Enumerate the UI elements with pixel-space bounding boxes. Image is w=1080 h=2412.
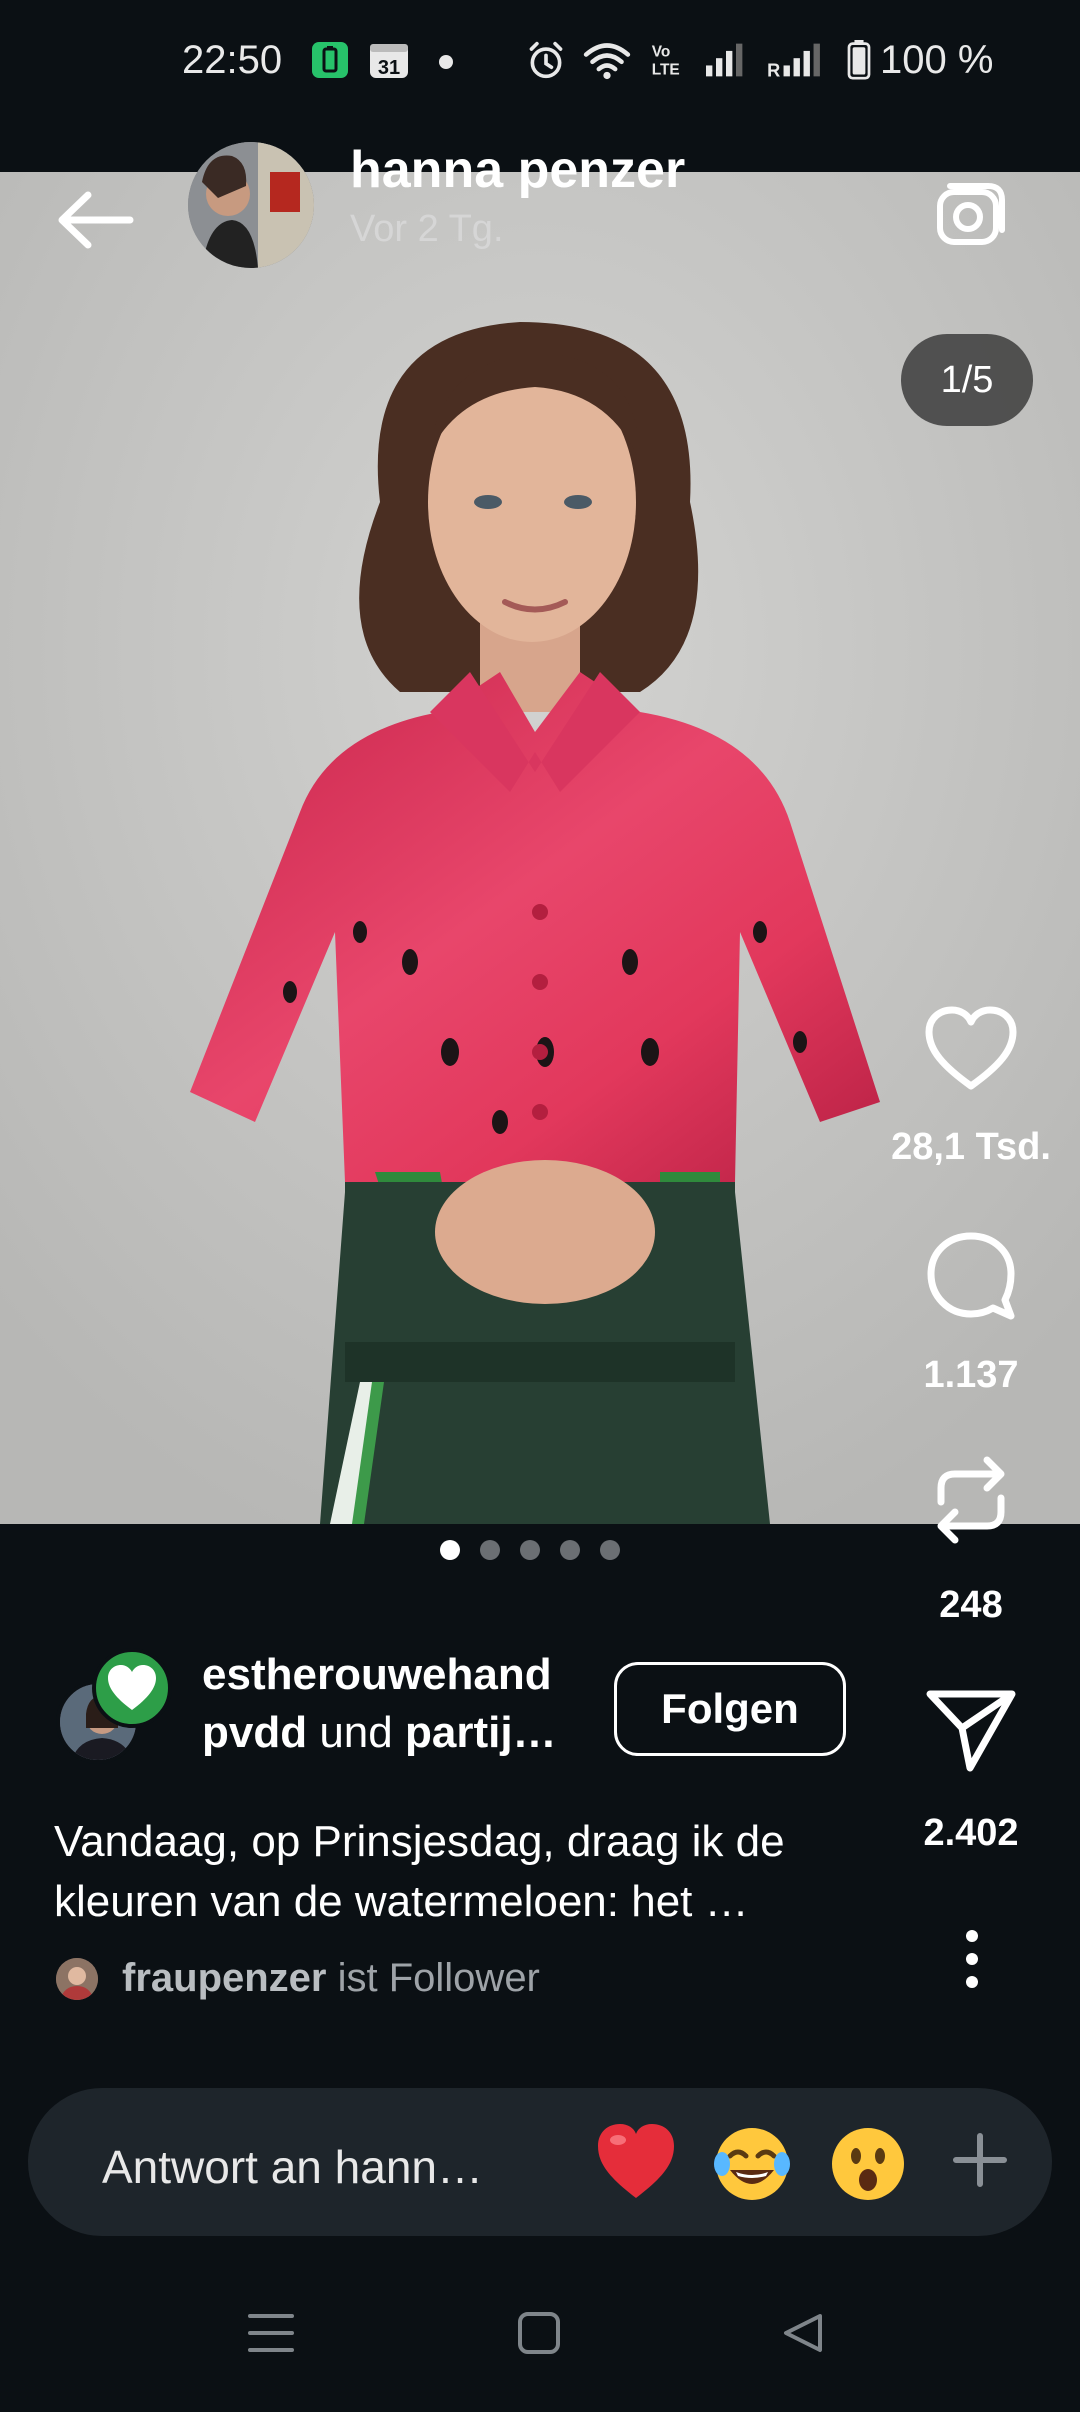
follow-button[interactable]: Folgen xyxy=(614,1662,846,1756)
co-owner-partij[interactable]: partij… xyxy=(405,1708,557,1757)
calendar-icon: 31 xyxy=(370,44,408,79)
carousel-counter: 1/5 xyxy=(901,334,1033,426)
status-bar: 22:50 31 Vo LTE R 100 % xyxy=(0,0,1080,128)
carousel-dot xyxy=(560,1540,580,1560)
pvdd-avatar[interactable] xyxy=(92,1648,172,1728)
carousel-dot xyxy=(480,1540,500,1560)
signal-icon xyxy=(706,43,743,77)
more-options-icon[interactable] xyxy=(946,1928,998,1990)
post-caption[interactable]: Vandaag, op Prinsjesdag, draag ik de kle… xyxy=(54,1812,914,1932)
post-owner-name[interactable]: estherouwehand xyxy=(202,1650,602,1700)
repost-button[interactable] xyxy=(910,1452,1032,1548)
repost-icon xyxy=(937,1456,1005,1544)
repost-count: 248 xyxy=(939,1584,1003,1626)
laughing-emoji-button[interactable] xyxy=(708,2118,796,2206)
carousel-dot-active xyxy=(440,1540,460,1560)
surprised-emoji-button[interactable] xyxy=(824,2118,912,2206)
follower-avatar-illustration xyxy=(56,1958,98,2000)
comment-icon xyxy=(927,1232,1015,1320)
volte-icon: Vo LTE xyxy=(652,43,680,79)
carousel-dot xyxy=(600,1540,620,1560)
comment-count: 1.137 xyxy=(923,1354,1019,1396)
user-avatar[interactable] xyxy=(188,142,314,268)
status-time: 22:50 xyxy=(182,38,283,82)
follower-suffix: ist Follower xyxy=(326,1956,540,2000)
home-icon[interactable] xyxy=(516,2310,562,2356)
co-owners[interactable]: pvdd und partij… xyxy=(202,1708,557,1758)
send-icon xyxy=(926,1690,1016,1772)
carousel-dot xyxy=(520,1540,540,1560)
battery-icon xyxy=(847,40,871,80)
svg-text:R: R xyxy=(767,60,780,80)
co-owner-pvdd[interactable]: pvdd xyxy=(202,1708,307,1757)
battery-percent: 100 % xyxy=(880,38,994,82)
back-arrow-icon[interactable] xyxy=(50,185,140,255)
wifi-icon xyxy=(583,43,631,80)
follower-info: fraupenzer ist Follower xyxy=(122,1956,540,2001)
heart-icon xyxy=(925,1006,1017,1090)
add-reaction-icon[interactable] xyxy=(944,2124,1016,2196)
reply-input[interactable]: Antwort an hann… xyxy=(102,2140,483,2194)
heart-logo-icon xyxy=(108,1665,156,1710)
follower-avatar xyxy=(56,1958,98,2000)
battery-saver-icon xyxy=(312,42,348,78)
back-nav-icon[interactable] xyxy=(780,2310,826,2356)
like-count: 28,1 Tsd. xyxy=(891,1126,1051,1168)
username[interactable]: hanna penzer xyxy=(350,140,685,200)
comment-button[interactable] xyxy=(910,1228,1032,1324)
signal-roaming-icon: R xyxy=(767,43,820,80)
carousel-indicator xyxy=(440,1540,620,1560)
svg-text:31: 31 xyxy=(378,57,400,79)
alarm-icon xyxy=(529,41,563,79)
like-button[interactable] xyxy=(910,1004,1032,1100)
post-time: Vor 2 Tg. xyxy=(350,208,504,250)
camera-icon[interactable] xyxy=(930,174,1010,254)
svg-text:Vo: Vo xyxy=(652,43,671,60)
share-button[interactable] xyxy=(910,1684,1032,1780)
svg-text:LTE: LTE xyxy=(652,62,680,79)
heart-emoji-button[interactable] xyxy=(592,2118,680,2206)
recent-apps-icon[interactable] xyxy=(246,2310,296,2356)
user-avatar-illustration xyxy=(188,142,314,268)
co-owner-joiner: und xyxy=(307,1708,405,1757)
notification-dot-icon xyxy=(439,55,453,69)
follower-name[interactable]: fraupenzer xyxy=(122,1956,327,2000)
